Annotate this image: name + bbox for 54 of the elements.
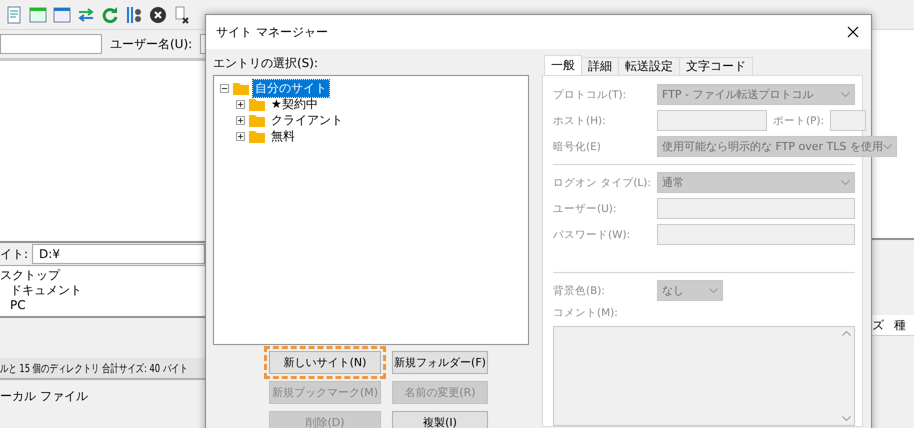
input-field[interactable]	[830, 110, 866, 131]
field-label: 暗号化(E)	[553, 140, 601, 154]
field-label: ポート(P):	[773, 114, 824, 128]
field-label: 背景色(B):	[553, 284, 605, 298]
field-label: イト:	[0, 246, 28, 262]
field-label: ホスト(H):	[553, 114, 606, 128]
dialog-button[interactable]: 新しいサイト(N)	[269, 351, 381, 374]
dropdown-chevron-icon	[709, 288, 718, 293]
scroll-up-icon	[842, 331, 850, 336]
field-label: ユーザー名(U):	[110, 36, 192, 52]
field-label: ユーザー(U):	[553, 202, 616, 216]
close-button[interactable]	[845, 24, 861, 40]
tree-item[interactable]: ドキュメント	[0, 283, 205, 298]
dropdown-chevron-icon	[841, 92, 850, 97]
filter-icon[interactable]	[124, 4, 144, 24]
panel-layout-icon[interactable]	[28, 4, 48, 24]
column-header[interactable]: ズ	[872, 316, 884, 334]
field-label: コメント(M):	[553, 306, 619, 320]
folder-icon	[233, 82, 249, 94]
cancel-icon[interactable]	[148, 4, 168, 24]
tree-item[interactable]: 自分のサイト	[253, 80, 329, 96]
field-label: エントリの選択(S):	[213, 55, 320, 72]
expand-icon[interactable]	[236, 100, 245, 108]
tab[interactable]: 文字コード	[679, 57, 753, 75]
tree-item[interactable]: ★契約中	[269, 96, 320, 112]
path-field[interactable]: D:¥	[32, 244, 205, 264]
dialog-title: サイト マネージャー	[216, 24, 328, 40]
tree-item[interactable]: スクトップ	[0, 268, 205, 283]
field-label: パスワード(W):	[553, 228, 630, 242]
refresh-icon[interactable]	[100, 4, 120, 24]
status-text: ルと 15 個のディレクトリ 合計サイズ: 40 バイト	[0, 360, 188, 376]
folder-icon	[249, 130, 265, 142]
dropdown-chevron-icon	[842, 416, 850, 421]
field-label: ログオン タイプ(L):	[553, 176, 651, 190]
expand-icon[interactable]	[236, 116, 245, 124]
dropdown-chevron-icon	[882, 144, 892, 149]
collapse-icon[interactable]	[220, 84, 229, 92]
panel-layout-icon[interactable]	[52, 4, 72, 24]
tab[interactable]: 詳細	[581, 57, 619, 75]
expand-icon[interactable]	[236, 132, 245, 140]
folder-icon	[249, 114, 265, 126]
tree-item[interactable]: 無料	[269, 128, 297, 144]
field-label: プロトコル(T):	[553, 88, 626, 102]
folder-icon	[249, 98, 265, 110]
tab[interactable]: 転送設定	[618, 57, 680, 75]
dropdown-chevron-icon	[841, 180, 850, 186]
dialog-button[interactable]: 複製(I)	[392, 411, 488, 428]
column-header[interactable]: 種	[894, 316, 906, 334]
panel-title: ーカル ファイル	[0, 388, 89, 405]
tree-item[interactable]: クライアント	[269, 112, 345, 128]
host-field[interactable]	[0, 34, 102, 54]
dialog-button[interactable]: 新規フォルダー(F)	[392, 351, 488, 374]
tree-item[interactable]: PC	[0, 298, 205, 313]
tab[interactable]: 一般	[544, 55, 582, 75]
